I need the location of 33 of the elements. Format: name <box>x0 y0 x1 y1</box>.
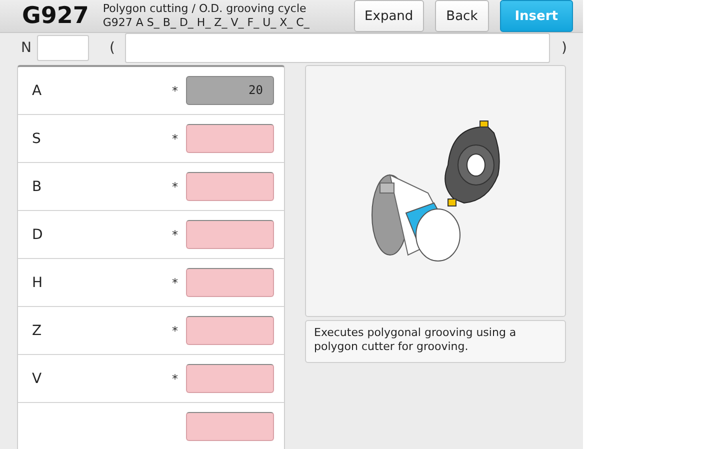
n-input-field[interactable] <box>37 35 90 61</box>
parameter-input-field[interactable] <box>186 412 274 441</box>
cycle-code: G927 <box>22 3 89 29</box>
action-button[interactable]: Back <box>435 0 489 32</box>
comment-input-field[interactable] <box>124 33 550 63</box>
action-button[interactable]: Expand <box>354 0 424 32</box>
required-mark: * <box>172 132 178 146</box>
parameter-label: A <box>32 82 43 98</box>
parameter-input-field[interactable] <box>186 124 274 153</box>
required-mark: * <box>172 180 178 194</box>
required-mark: * <box>172 276 178 290</box>
parameter-input-field[interactable] <box>186 220 274 249</box>
close-paren: ) <box>562 40 567 56</box>
parameter-input-field[interactable] <box>186 364 274 393</box>
required-mark: * <box>172 84 178 98</box>
cycle-syntax: G927 A S_ B_ D_ H_ Z_ V_ F_ U_ X_ C_ <box>102 16 310 30</box>
parameter-label: S <box>32 130 42 146</box>
required-mark: * <box>172 372 178 386</box>
parameter-input-field[interactable] <box>186 268 274 297</box>
parameter-label: B <box>32 178 43 194</box>
required-mark: * <box>172 228 178 242</box>
n-label: N <box>21 40 32 56</box>
parameter-input-field[interactable] <box>186 316 274 345</box>
description-text: Executes polygonal grooving using a polygon cutter for grooving. <box>305 320 566 363</box>
parameter-label: V <box>32 370 43 386</box>
cycle-title: Polygon cutting / O.D. grooving cycle <box>102 2 308 16</box>
required-mark: * <box>172 324 178 338</box>
parameter-input-field[interactable]: 20 <box>186 76 274 105</box>
parameter-label: D <box>32 226 44 242</box>
parameter-label: Z <box>32 322 43 338</box>
parameter-label: H <box>32 274 44 290</box>
parameter-input-field[interactable] <box>186 172 274 201</box>
open-paren: ( <box>109 40 115 56</box>
